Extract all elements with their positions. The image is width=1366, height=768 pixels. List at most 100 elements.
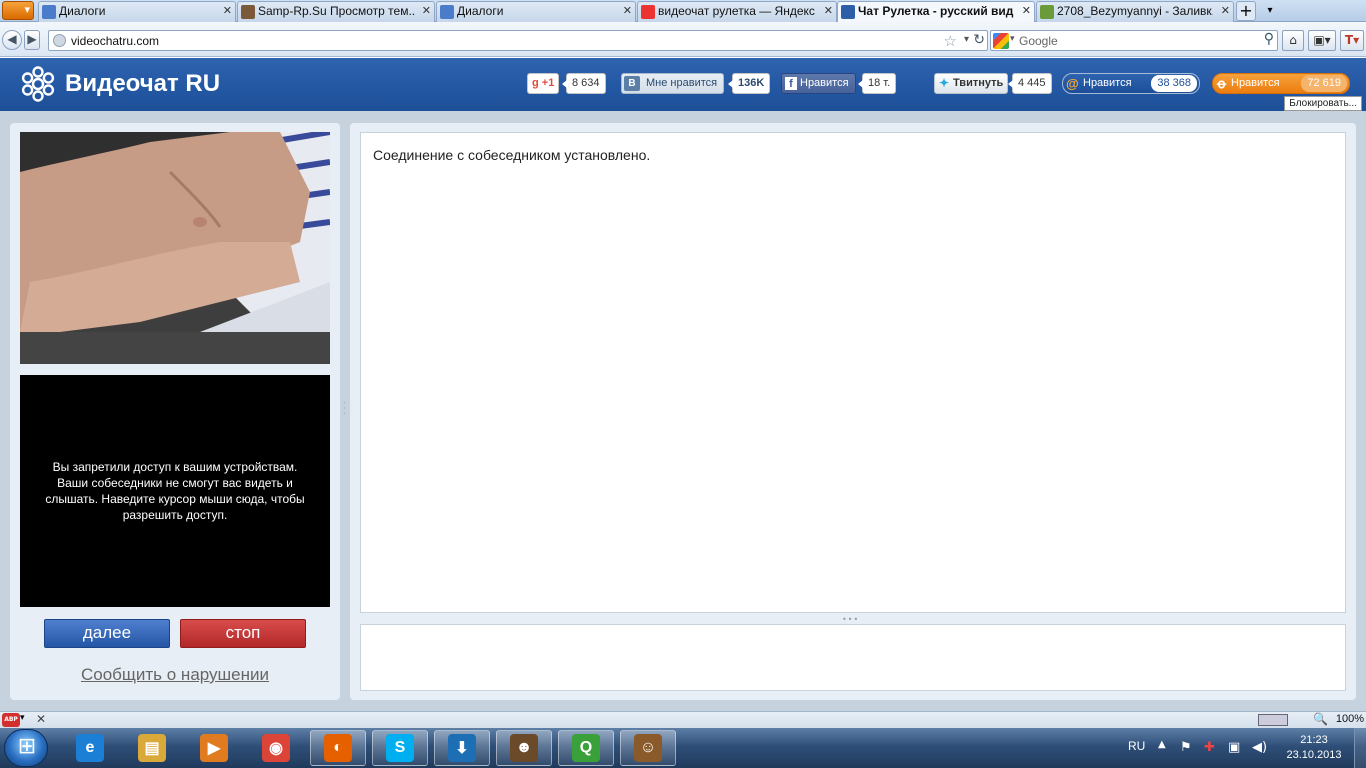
network-icon[interactable]: ▣ — [1228, 740, 1240, 755]
camera-access-notice[interactable]: Вы запретили доступ к вашим устройствам.… — [38, 459, 312, 523]
odnoklassniki-like-button[interactable]: ꝋ Нравится 72 619 — [1212, 73, 1350, 94]
forward-button[interactable]: ▶ — [24, 30, 40, 50]
search-engine-dropdown-icon[interactable]: ▾ — [1010, 34, 1015, 44]
address-bar[interactable]: videochatru.com ☆ ▾ ↻ — [48, 30, 988, 51]
search-icon[interactable]: ⚲ — [1264, 31, 1274, 47]
addon-status-icon[interactable] — [1258, 714, 1288, 726]
facebook-like-button[interactable]: f Нравится — [781, 73, 856, 94]
new-tab-button[interactable]: + — [1236, 1, 1256, 21]
system-clock[interactable]: 21:23 23.10.2013 — [1284, 733, 1344, 763]
taskbar-button[interactable]: ▤ — [124, 730, 180, 766]
gplus-icon: g — [532, 77, 539, 89]
adblock-dropdown-icon[interactable]: ▾ — [20, 713, 25, 723]
remote-video-frame — [20, 132, 330, 364]
browser-tab-bar: Диалоги✕Samp-Rp.Su Просмотр тем...✕Диало… — [0, 0, 1366, 22]
report-violation-link[interactable]: Сообщить о нарушении — [10, 665, 340, 685]
horizontal-splitter-handle[interactable]: ••• — [842, 615, 859, 624]
firefox-menu-button[interactable] — [2, 1, 34, 20]
taskbar-button[interactable]: ◐ — [310, 730, 366, 766]
mailru-at-icon: @ — [1066, 76, 1079, 91]
action-center-flag-icon[interactable]: ⚑ — [1180, 740, 1192, 755]
facebook-like-count: 18 т. — [857, 73, 897, 94]
tweet-button[interactable]: ✦ Твитнуть — [934, 73, 1009, 94]
browser-tab[interactable]: Samp-Rp.Su Просмотр тем... ✕ — [237, 1, 435, 22]
bookmark-star-icon[interactable]: ☆ — [944, 32, 957, 50]
chat-icon — [42, 5, 56, 19]
browser-tab[interactable]: Чат Рулетка - русский вид... ✕ — [837, 1, 1035, 22]
history-dropdown-icon[interactable]: ▾ — [964, 34, 969, 45]
reload-icon[interactable]: ↻ — [973, 32, 985, 48]
facebook-icon: f — [785, 77, 797, 90]
chat-message-input[interactable] — [360, 624, 1346, 691]
zoom-level[interactable]: 100% — [1336, 713, 1364, 725]
start-button[interactable] — [4, 729, 49, 767]
vertical-splitter-handle[interactable]: · · · — [343, 400, 347, 421]
logo-icon[interactable] — [20, 66, 56, 102]
tab-label: Диалоги — [59, 4, 106, 18]
home-icon[interactable]: ⌂ — [1282, 30, 1304, 51]
stop-button[interactable]: стоп — [180, 619, 306, 648]
taskbar-button[interactable]: e — [62, 730, 118, 766]
taskbar-button[interactable]: Q — [558, 730, 614, 766]
videochat-icon — [841, 5, 855, 19]
taskbar-button[interactable]: ☺ — [620, 730, 676, 766]
block-tooltip[interactable]: Блокировать... — [1284, 96, 1362, 111]
addon-bar: ABP ▾ ✕ 🔍 100% — [0, 711, 1366, 728]
next-button[interactable]: далее — [44, 619, 170, 648]
url-text[interactable]: videochatru.com — [71, 34, 159, 48]
close-tab-icon[interactable]: ✕ — [422, 4, 431, 17]
navigation-toolbar: ◀ ▶ videochatru.com ☆ ▾ ↻ ▾ Google ⚲ ⌂ ▣… — [0, 22, 1366, 57]
close-tab-icon[interactable]: ✕ — [623, 4, 632, 17]
adblock-plus-icon[interactable]: ABP — [2, 713, 20, 727]
chat-log: Соединение с собеседником установлено. — [360, 132, 1346, 613]
browser-tab[interactable]: Диалоги ✕ — [38, 1, 236, 22]
tab-label: 2708_Bezymyannyi - Заливк... — [1057, 4, 1213, 18]
mailru-like-button[interactable]: @ Нравится 38 368 — [1062, 73, 1200, 94]
gta-icon: ☺ — [634, 734, 662, 762]
back-button[interactable]: ◀ — [2, 30, 22, 50]
taskbar-button[interactable]: ▶ — [186, 730, 242, 766]
close-tab-icon[interactable]: ✕ — [223, 4, 232, 17]
input-language[interactable]: RU — [1128, 739, 1145, 753]
vk-like-count: 136K — [727, 73, 771, 94]
image-icon — [1040, 5, 1054, 19]
windows-taskbar: e ▤ ▶ ◉ ◐ S ⬇ ☻ Q ☺ RU ▲ ⚑ ✚ ▣ ◀) 21:23 23.10.201… — [0, 728, 1366, 768]
security-icon[interactable]: ✚ — [1204, 740, 1215, 755]
translate-icon[interactable]: T▾ — [1340, 30, 1364, 51]
site-identity-icon[interactable] — [53, 34, 66, 47]
chrome-icon: ◉ — [262, 734, 290, 762]
clock-time: 21:23 — [1300, 734, 1328, 746]
local-video-notice[interactable]: Вы запретили доступ к вашим устройствам.… — [20, 375, 330, 607]
volume-icon[interactable]: ◀) — [1252, 740, 1267, 755]
close-tab-icon[interactable]: ✕ — [824, 4, 833, 17]
site-title[interactable]: Видеочат RU — [65, 70, 220, 98]
remote-video — [20, 132, 330, 364]
close-tab-icon[interactable]: ✕ — [1022, 4, 1031, 17]
taskbar-button[interactable]: ⬇ — [434, 730, 490, 766]
taskbar-button[interactable]: ◉ — [248, 730, 304, 766]
yandex-icon — [641, 5, 655, 19]
show-desktop-button[interactable] — [1354, 728, 1366, 768]
gplus-button[interactable]: g +1 — [527, 73, 560, 94]
close-addon-bar-icon[interactable]: ✕ — [36, 712, 46, 726]
close-tab-icon[interactable]: ✕ — [1221, 4, 1230, 17]
show-hidden-icons-icon[interactable]: ▲ — [1158, 739, 1166, 750]
vk-icon: В — [624, 76, 640, 91]
google-icon[interactable] — [993, 33, 1009, 49]
chat-icon — [440, 5, 454, 19]
taskbar-button[interactable]: ☻ — [496, 730, 552, 766]
search-bar[interactable]: ▾ Google ⚲ — [990, 30, 1278, 51]
firefox-icon: ◐ — [324, 734, 352, 762]
search-placeholder[interactable]: Google — [1019, 34, 1058, 48]
chat-panel: Соединение с собеседником установлено. •… — [350, 123, 1356, 700]
tab-label: Samp-Rp.Su Просмотр тем... — [258, 4, 414, 18]
browser-tab[interactable]: 2708_Bezymyannyi - Заливк... ✕ — [1036, 1, 1234, 22]
vk-like-button[interactable]: В Мне нравится — [621, 73, 725, 94]
zoom-magnifier-icon[interactable]: 🔍 — [1313, 712, 1328, 726]
browser-tab[interactable]: Диалоги ✕ — [436, 1, 636, 22]
browser-tab[interactable]: видеочат рулетка — Яндекс... ✕ — [637, 1, 837, 22]
taskbar-button[interactable]: S — [372, 730, 428, 766]
tab-list-button[interactable]: ▾ — [1260, 1, 1280, 21]
addon-toolbar-icon[interactable]: ▣▾ — [1308, 30, 1336, 51]
gplus-count: 8 634 — [562, 73, 606, 94]
